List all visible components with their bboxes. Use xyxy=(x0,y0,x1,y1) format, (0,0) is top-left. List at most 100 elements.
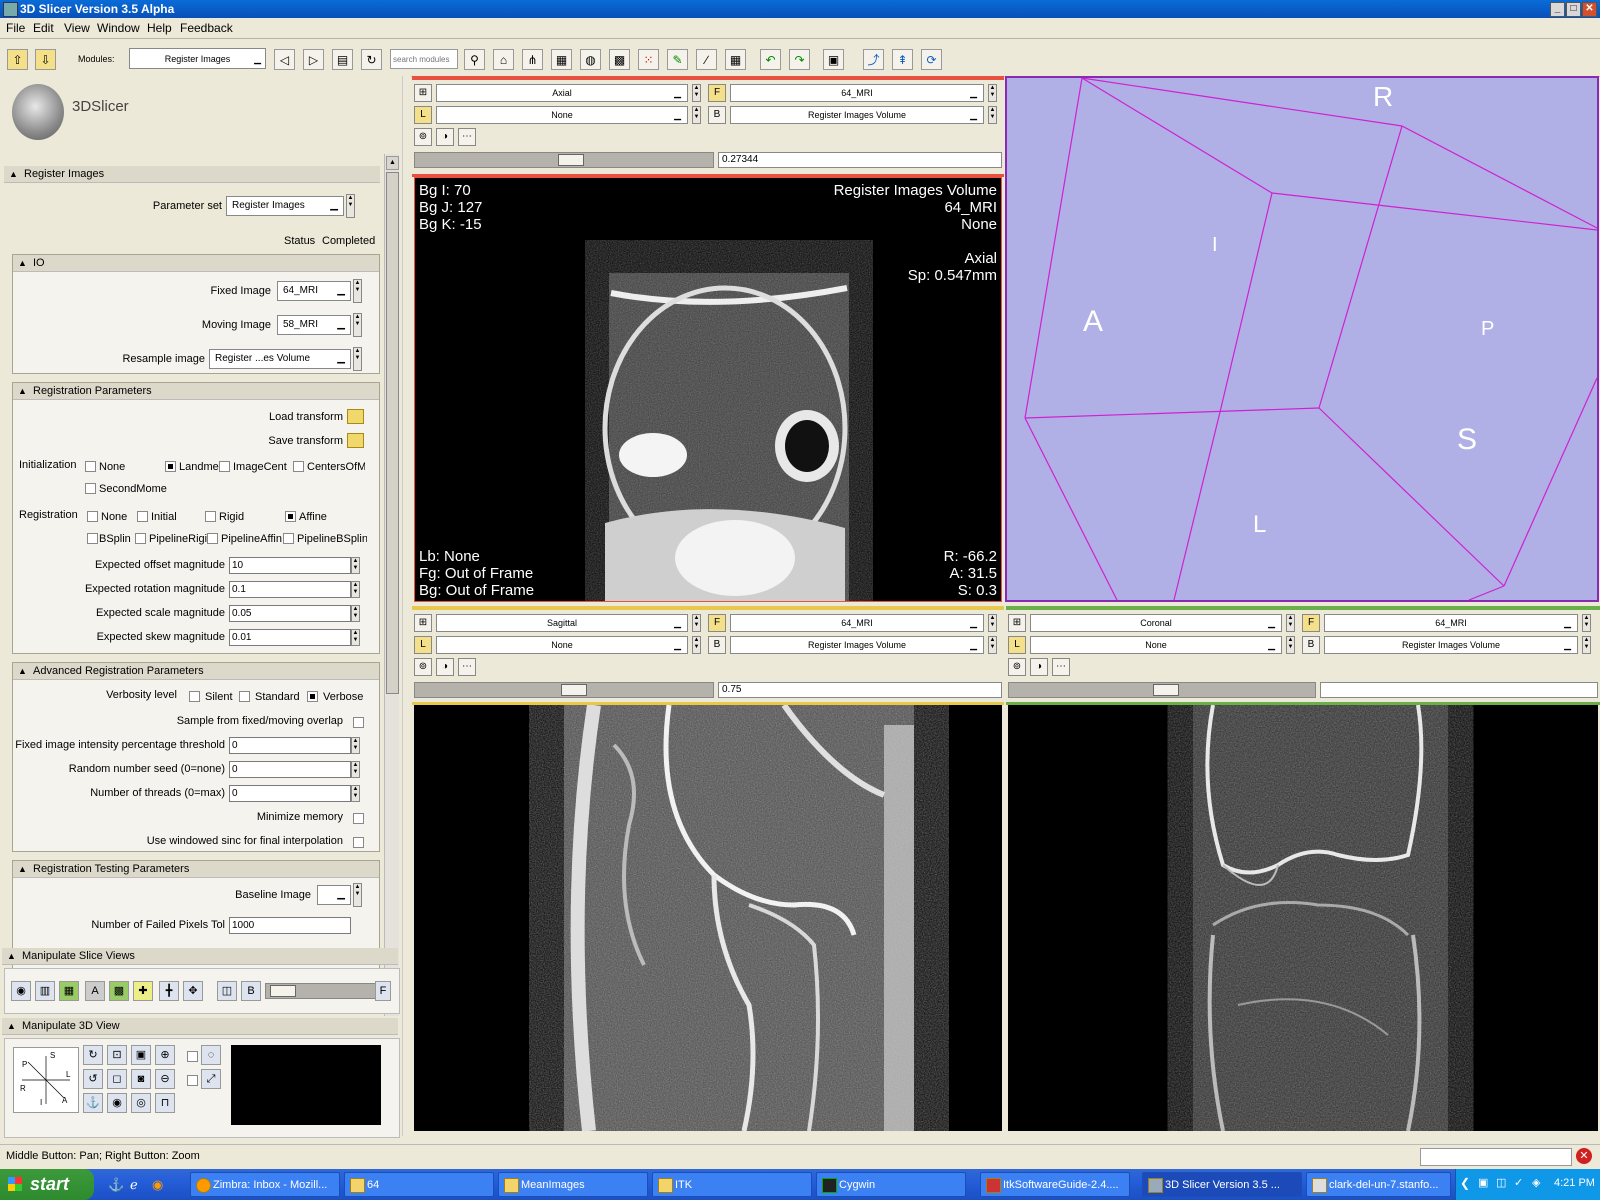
link-icon[interactable]: ⊚ xyxy=(1008,658,1026,676)
reg-bspline-checkbox[interactable] xyxy=(87,533,98,544)
threads-spinner[interactable]: ▲ ▼ xyxy=(351,785,360,802)
red-orientation-spinner[interactable]: ▲ ▼ xyxy=(692,84,701,102)
box-icon[interactable]: ◻ xyxy=(107,1069,127,1089)
eye-icon[interactable]: ◉ xyxy=(11,981,31,1001)
red-slice-viewer[interactable]: Bg I: 70 Bg J: 127 Bg K: -15 Register Im… xyxy=(414,177,1002,602)
visibility-icon[interactable]: ◑ xyxy=(436,658,454,676)
menu-view[interactable]: View xyxy=(64,21,90,35)
yellow-label-menu[interactable]: None ▁ xyxy=(436,636,688,654)
parameter-set-spinner[interactable]: ▲ ▼ xyxy=(346,194,355,218)
red-offset-value[interactable]: 0.27344 xyxy=(718,152,1002,168)
search-modules-input[interactable] xyxy=(390,49,458,69)
volume-icon[interactable]: ◫ xyxy=(1496,1176,1506,1189)
menu-feedback[interactable]: Feedback xyxy=(180,21,233,35)
sample-overlap-checkbox[interactable] xyxy=(353,717,364,728)
more-options-icon[interactable]: ⋯ xyxy=(458,658,476,676)
task-itk[interactable]: ITK xyxy=(652,1172,812,1197)
fg-opacity-slider[interactable] xyxy=(265,983,377,999)
editor-icon[interactable]: ✎ xyxy=(667,49,688,70)
yellow-orientation-menu[interactable]: Sagittal ▁ xyxy=(436,614,688,632)
error-log-icon[interactable]: ✕ xyxy=(1576,1148,1592,1164)
scroll-thumb[interactable] xyxy=(386,172,399,694)
measurements-icon[interactable]: ∕ xyxy=(696,49,717,70)
more-options-icon[interactable]: ⋯ xyxy=(1052,658,1070,676)
offset-magnitude-input[interactable]: 10 xyxy=(229,557,351,574)
data-tree-icon[interactable]: ⋔ xyxy=(522,49,543,70)
start-button[interactable]: start xyxy=(0,1169,94,1200)
yellow-label-spinner[interactable]: ▲ ▼ xyxy=(692,636,701,654)
fixed-image-spinner[interactable]: ▲ ▼ xyxy=(353,279,362,303)
crosshair-grid-icon[interactable]: ▩ xyxy=(109,981,129,1001)
red-bg-menu[interactable]: Register Images Volume ▁ xyxy=(730,106,984,124)
threed-viewer[interactable]: R I A P S L xyxy=(1005,76,1599,602)
models-icon[interactable]: ◍ xyxy=(580,49,601,70)
place-mode-icon[interactable]: ⇞ xyxy=(892,49,913,70)
sync-icon[interactable]: ⟳ xyxy=(921,49,942,70)
reg-none-checkbox[interactable] xyxy=(87,511,98,522)
fiducial-display-icon[interactable]: ✚ xyxy=(133,981,153,1001)
green-bg-spinner[interactable]: ▲ ▼ xyxy=(1582,636,1591,654)
fg-layer-icon[interactable]: F xyxy=(708,84,726,102)
slider-thumb[interactable] xyxy=(561,684,587,696)
register-images-header[interactable]: ▲ Register Images xyxy=(4,166,380,183)
screenshot-icon[interactable]: ▣ xyxy=(131,1045,151,1065)
green-orientation-spinner[interactable]: ▲ ▼ xyxy=(1286,614,1295,632)
load-transform-folder-icon[interactable] xyxy=(347,409,364,424)
slice-layout-icon[interactable]: ▥ xyxy=(35,981,55,1001)
maximize-button[interactable]: □ xyxy=(1566,2,1581,17)
red-orientation-menu[interactable]: Axial ▁ xyxy=(436,84,688,102)
layout-icon[interactable]: ▣ xyxy=(823,49,844,70)
grid-icon[interactable]: ▦ xyxy=(725,49,746,70)
camera-icon[interactable]: ◙ xyxy=(131,1069,151,1089)
skew-magnitude-input[interactable]: 0.01 xyxy=(229,629,351,646)
fixed-image-menu[interactable]: 64_MRI ▁ xyxy=(277,281,351,301)
fg-icon[interactable]: F xyxy=(375,981,391,1001)
undo-icon[interactable]: ↶ xyxy=(760,49,781,70)
yellow-offset-value[interactable]: 0.75 xyxy=(718,682,1002,698)
task-zimbra[interactable]: Zimbra: Inbox - Mozill... xyxy=(190,1172,340,1197)
next-module-icon[interactable]: ▷ xyxy=(303,49,324,70)
green-offset-slider[interactable] xyxy=(1008,682,1316,698)
save-scene-icon[interactable]: ⇩ xyxy=(35,49,56,70)
slice-fit-icon[interactable]: ⊞ xyxy=(1008,614,1026,632)
network-icon[interactable]: ▣ xyxy=(1478,1176,1488,1189)
visibility-icon[interactable]: ◉ xyxy=(107,1093,127,1113)
green-fg-spinner[interactable]: ▲ ▼ xyxy=(1582,614,1591,632)
yellow-bg-menu[interactable]: Register Images Volume ▁ xyxy=(730,636,984,654)
rotation-magnitude-input[interactable]: 0.1 xyxy=(229,581,351,598)
load-scene-icon[interactable]: ⇧ xyxy=(7,49,28,70)
yellow-fg-menu[interactable]: 64_MRI ▁ xyxy=(730,614,984,632)
green-orientation-menu[interactable]: Coronal ▁ xyxy=(1030,614,1282,632)
init-centersofmass-checkbox[interactable] xyxy=(293,461,304,472)
link-icon[interactable]: ⊚ xyxy=(414,128,432,146)
manipulate-3d-view-header[interactable]: ▲ Manipulate 3D View xyxy=(2,1018,398,1035)
red-fg-spinner[interactable]: ▲ ▼ xyxy=(988,84,997,102)
scale-magnitude-input[interactable]: 0.05 xyxy=(229,605,351,622)
fiducials-icon[interactable]: ⁙ xyxy=(638,49,659,70)
prev-module-icon[interactable]: ◁ xyxy=(274,49,295,70)
threads-input[interactable]: 0 xyxy=(229,785,351,802)
zoom-in-icon[interactable]: ⊕ xyxy=(155,1045,175,1065)
yellow-offset-slider[interactable] xyxy=(414,682,714,698)
label-layer-icon[interactable]: L xyxy=(414,636,432,654)
spin-checkbox[interactable] xyxy=(187,1075,198,1086)
red-bg-spinner[interactable]: ▲ ▼ xyxy=(988,106,997,124)
scroll-up-icon[interactable]: ▲ xyxy=(386,156,399,170)
rotate-icon[interactable]: ↻ xyxy=(83,1045,103,1065)
parameter-set-menu[interactable]: Register Images ▁ xyxy=(226,196,344,216)
init-secondmoment-checkbox[interactable] xyxy=(85,483,96,494)
panel-splitter[interactable] xyxy=(402,76,411,1136)
yellow-bg-spinner[interactable]: ▲ ▼ xyxy=(988,636,997,654)
moving-image-spinner[interactable]: ▲ ▼ xyxy=(353,313,362,337)
security-icon[interactable]: ◈ xyxy=(1532,1176,1540,1189)
skew-magnitude-spinner[interactable]: ▲ ▼ xyxy=(351,629,360,646)
verbosity-silent-checkbox[interactable] xyxy=(189,691,200,702)
baseline-image-menu[interactable]: ▁ xyxy=(317,885,351,905)
slider-thumb[interactable] xyxy=(270,985,296,997)
menu-file[interactable]: File xyxy=(6,21,25,35)
green-offset-value[interactable] xyxy=(1320,682,1598,698)
advanced-parameters-header[interactable]: ▲ Advanced Registration Parameters xyxy=(13,663,379,680)
transforms-icon[interactable]: ▩ xyxy=(609,49,630,70)
reg-pipelineaffine-checkbox[interactable] xyxy=(207,533,218,544)
center-icon[interactable]: ⊡ xyxy=(107,1045,127,1065)
